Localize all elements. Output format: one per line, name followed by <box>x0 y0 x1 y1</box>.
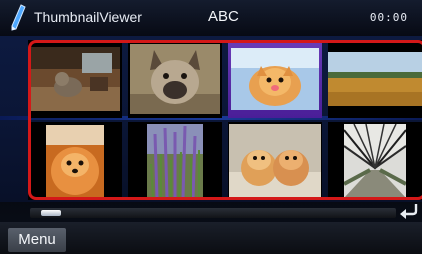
scrollbar[interactable] <box>30 208 396 218</box>
bottom-bar: Menu <box>0 222 422 254</box>
thumbnail-image-5 <box>46 125 104 197</box>
thumbnail-image-3 <box>231 48 319 110</box>
back-arrow-icon[interactable] <box>398 201 420 219</box>
thumbnail-grid <box>28 40 422 200</box>
thumbnail-viewer-screen: ThumbnailViewer ABC 00:00 Menu <box>0 0 422 254</box>
app-title: ThumbnailViewer <box>34 9 142 25</box>
header-bar: ThumbnailViewer ABC 00:00 <box>0 0 422 36</box>
thumbnail-8[interactable] <box>328 122 422 200</box>
scroll-thumb[interactable] <box>40 210 61 216</box>
thumbnail-3[interactable] <box>228 40 322 118</box>
thumbnail-image-8 <box>344 124 406 198</box>
menu-button[interactable]: Menu <box>8 228 66 252</box>
thumbnail-2[interactable] <box>128 40 222 118</box>
clock: 00:00 <box>369 11 408 24</box>
folder-title: ABC <box>208 8 239 25</box>
thumbnail-1[interactable] <box>28 40 122 118</box>
thumbnail-4[interactable] <box>328 40 422 118</box>
pencil-icon <box>11 4 26 31</box>
thumbnail-image-2 <box>130 44 220 114</box>
thumbnail-image-6 <box>147 124 203 198</box>
thumbnail-7[interactable] <box>228 122 322 200</box>
thumbnail-5[interactable] <box>28 122 122 200</box>
thumbnail-grid-area <box>0 36 422 202</box>
thumbnail-image-4 <box>328 52 422 106</box>
thumbnail-image-1 <box>30 47 120 111</box>
thumbnail-6[interactable] <box>128 122 222 200</box>
thumbnail-image-7 <box>229 124 321 198</box>
